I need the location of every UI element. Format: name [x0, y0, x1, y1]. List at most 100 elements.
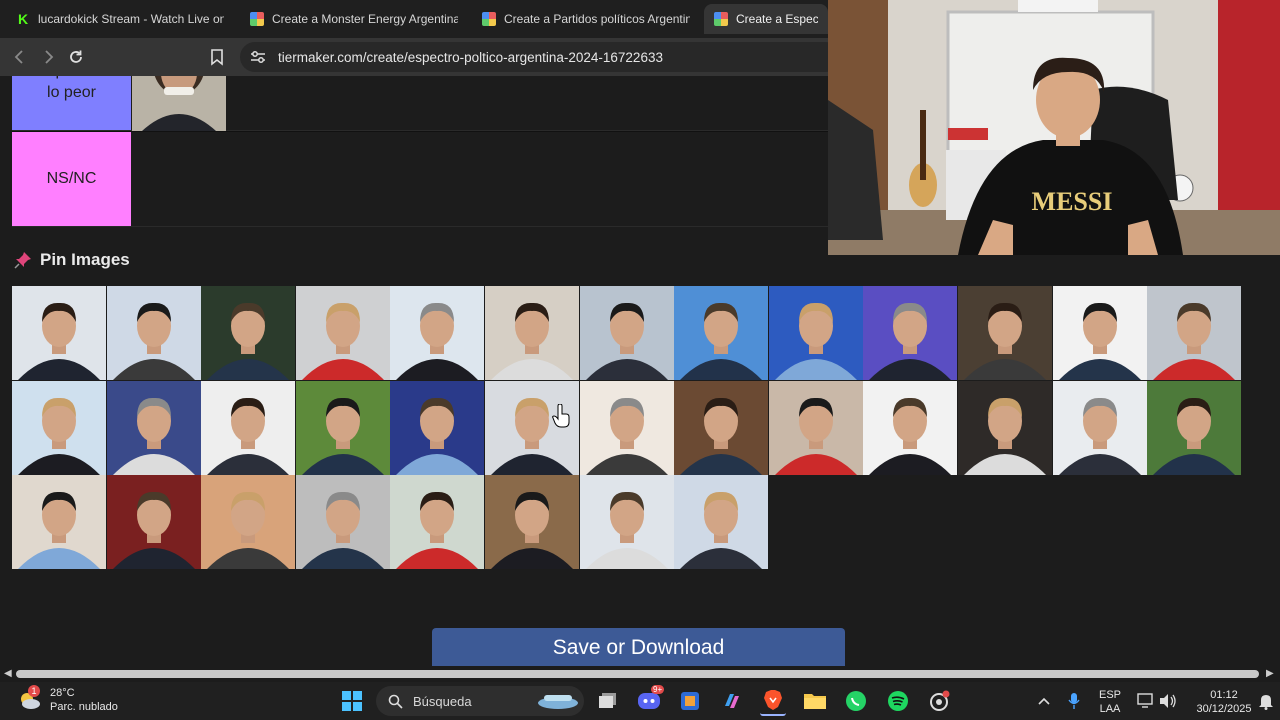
- taskbar-search[interactable]: Búsqueda: [376, 686, 584, 716]
- weather-widget[interactable]: 1 28°C Parc. nublado: [16, 685, 118, 714]
- app-button-store[interactable]: [678, 689, 702, 713]
- portrait-image: [12, 475, 106, 570]
- back-button[interactable]: [8, 45, 32, 69]
- pool-image[interactable]: [201, 475, 296, 570]
- hand-cursor-icon: [552, 404, 570, 428]
- pool-image[interactable]: [12, 380, 106, 475]
- forward-button[interactable]: [36, 45, 60, 69]
- arrow-left-icon: [14, 50, 23, 64]
- save-or-download-button[interactable]: Save or Download: [432, 628, 845, 666]
- clock[interactable]: 01:12 30/12/2025: [1186, 688, 1262, 716]
- pool-image[interactable]: [579, 380, 674, 475]
- notifications-button[interactable]: [1254, 689, 1278, 713]
- pool-image[interactable]: [1052, 286, 1147, 380]
- tab-label: Create a Espectro p: [736, 12, 818, 26]
- pool-image[interactable]: [201, 286, 296, 380]
- tier-label[interactable]: NS/NC: [12, 132, 131, 226]
- portrait-image: [390, 475, 485, 570]
- discord-app-button[interactable]: 9+: [637, 685, 665, 713]
- app-button-misc[interactable]: [927, 689, 951, 713]
- volume-button[interactable]: [1156, 689, 1180, 713]
- bookmark-icon: [211, 49, 223, 66]
- microphone-button[interactable]: [1062, 689, 1086, 713]
- tab-label: lucardokick Stream - Watch Live on K: [38, 12, 224, 26]
- settings-app-icon: [930, 690, 950, 711]
- pool-image[interactable]: [674, 286, 769, 380]
- scroll-right-icon[interactable]: ▶: [1266, 668, 1274, 679]
- brave-browser-button[interactable]: [760, 686, 786, 716]
- pool-image[interactable]: [390, 380, 485, 475]
- whatsapp-icon: [846, 691, 866, 711]
- pool-image[interactable]: [106, 286, 201, 380]
- tier-image-milei[interactable]: [132, 76, 226, 131]
- pool-image[interactable]: [958, 380, 1052, 475]
- tab-monster-energy[interactable]: Create a Monster Energy Argentina T: [240, 4, 468, 34]
- pool-image[interactable]: [295, 380, 390, 475]
- tab-label: Create a Partidos políticos Argentina: [504, 12, 690, 26]
- weather-icon: 1: [16, 685, 42, 713]
- tab-label: Create a Monster Energy Argentina T: [272, 12, 458, 26]
- pool-image[interactable]: [1147, 380, 1242, 475]
- pool-image[interactable]: [106, 475, 201, 570]
- weather-description: Parc. nublado: [50, 701, 118, 713]
- pool-image[interactable]: [12, 475, 106, 570]
- pool-image[interactable]: [674, 475, 769, 570]
- network-button[interactable]: [1134, 689, 1158, 713]
- pool-image[interactable]: [295, 286, 390, 380]
- portrait-image: [863, 286, 958, 380]
- portrait-image: [390, 286, 485, 380]
- tiermaker-icon: [250, 12, 264, 26]
- pool-image[interactable]: [106, 380, 201, 475]
- horizontal-scrollbar[interactable]: ◀ ▶: [0, 666, 1280, 682]
- clock-time: 01:12: [1210, 689, 1238, 701]
- tab-partidos-politicos[interactable]: Create a Partidos políticos Argentina: [472, 4, 700, 34]
- pool-image[interactable]: [958, 286, 1052, 380]
- pool-image[interactable]: [12, 286, 106, 380]
- pool-image[interactable]: [390, 286, 485, 380]
- spotify-button[interactable]: [886, 689, 910, 713]
- pool-image[interactable]: [674, 380, 769, 475]
- file-explorer-button[interactable]: [803, 689, 827, 713]
- pool-image[interactable]: [768, 286, 863, 380]
- tab-espectro-politico[interactable]: Create a Espectro p: [704, 4, 828, 34]
- pool-image[interactable]: [485, 286, 579, 380]
- task-view-button[interactable]: [596, 689, 620, 713]
- tab-kick-stream[interactable]: K lucardokick Stream - Watch Live on K: [6, 4, 234, 34]
- bookmark-button[interactable]: [205, 45, 229, 69]
- cube-app-icon: [681, 692, 699, 710]
- windows-logo-icon: [342, 691, 362, 711]
- tiermaker-icon: [482, 12, 496, 26]
- pool-image[interactable]: [579, 286, 674, 380]
- tier-label[interactable]: Lo peor de lo peor: [12, 76, 131, 130]
- pool-image[interactable]: [485, 475, 579, 570]
- pool-image[interactable]: [295, 475, 390, 570]
- webcam-overlay: MESSI: [828, 0, 1280, 255]
- show-hidden-icons-button[interactable]: [1032, 689, 1056, 713]
- windows-taskbar: 1 28°C Parc. nublado Búsqueda 9+ ESP LAA…: [0, 682, 1280, 720]
- pool-image[interactable]: [390, 475, 485, 570]
- pool-image[interactable]: [863, 380, 958, 475]
- speaker-icon: [1160, 694, 1176, 708]
- scroll-left-icon[interactable]: ◀: [4, 668, 12, 679]
- portrait-image: [958, 286, 1052, 380]
- scrollbar-thumb[interactable]: [16, 670, 1259, 678]
- address-bar[interactable]: tiermaker.com/create/espectro-poltico-ar…: [240, 42, 840, 72]
- pool-image[interactable]: [201, 380, 296, 475]
- copilot-button[interactable]: [720, 689, 744, 713]
- pool-image[interactable]: [768, 380, 863, 475]
- search-highlight-icon: [538, 695, 578, 709]
- reload-button[interactable]: [64, 45, 88, 69]
- portrait-image: [106, 286, 201, 380]
- start-button[interactable]: [340, 689, 364, 713]
- pool-image[interactable]: [1147, 286, 1242, 380]
- pool-image[interactable]: [579, 475, 674, 570]
- portrait-image: [674, 475, 769, 570]
- folder-icon: [804, 694, 826, 709]
- portrait-image: [768, 286, 863, 380]
- whatsapp-button[interactable]: [844, 689, 868, 713]
- discord-badge: 9+: [651, 685, 665, 694]
- pool-image[interactable]: [1052, 380, 1147, 475]
- pool-image[interactable]: [863, 286, 958, 380]
- portrait-image: [958, 380, 1052, 475]
- language-indicator[interactable]: ESP LAA: [1092, 688, 1128, 716]
